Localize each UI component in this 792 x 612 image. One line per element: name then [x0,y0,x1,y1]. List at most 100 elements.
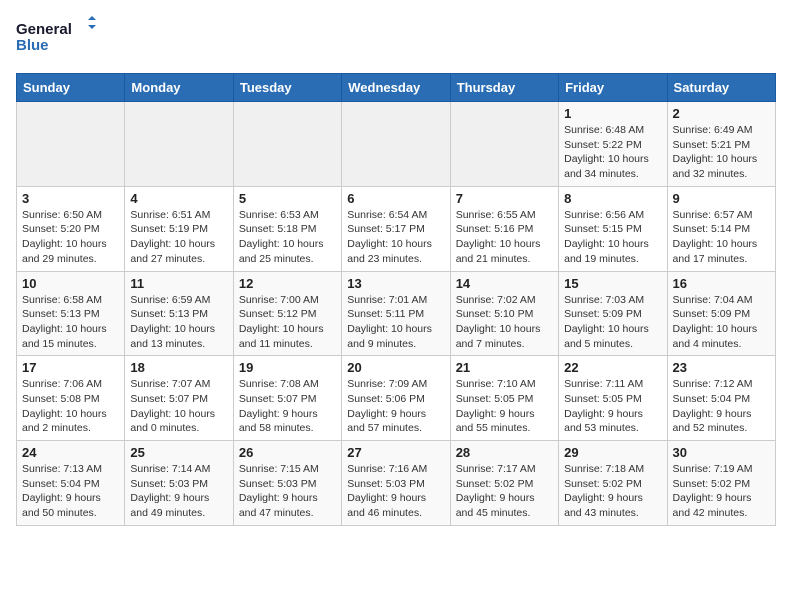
calendar-cell: 19Sunrise: 7:08 AM Sunset: 5:07 PM Dayli… [233,356,341,441]
day-number: 25 [130,445,227,460]
calendar-cell: 24 Sunrise: 7:13 AM Sunset: 5:04 PM Dayli… [17,441,125,526]
day-info: Sunrise: 7:17 AM Sunset: 5:02 PM Dayligh… [456,462,553,521]
calendar-cell [17,102,125,187]
calendar-cell: 25 Sunrise: 7:14 AM Sunset: 5:03 PM Dayli… [125,441,233,526]
day-info: Sunrise: 6:49 AM Sunset: 5:21 PM Dayligh… [673,123,770,182]
day-number: 20 [347,360,444,375]
day-info: Sunrise: 7:15 AM Sunset: 5:03 PM Dayligh… [239,462,336,521]
weekday-header-tuesday: Tuesday [233,74,341,102]
calendar-cell: 21 Sunrise: 7:10 AM Sunset: 5:05 PM Dayli… [450,356,558,441]
day-number: 7 [456,191,553,206]
day-info: Sunrise: 6:55 AM Sunset: 5:16 PM Dayligh… [456,208,553,267]
calendar-cell: 28 Sunrise: 7:17 AM Sunset: 5:02 PM Dayli… [450,441,558,526]
logo: General Blue [16,16,96,61]
day-info: Sunrise: 7:03 AM Sunset: 5:09 PM Dayligh… [564,293,661,352]
weekday-header-thursday: Thursday [450,74,558,102]
calendar-cell [233,102,341,187]
day-info: Sunrise: 7:00 AM Sunset: 5:12 PM Dayligh… [239,293,336,352]
day-number: 26 [239,445,336,460]
day-number: 24 [22,445,119,460]
day-number: 8 [564,191,661,206]
calendar-cell: 13 Sunrise: 7:01 AM Sunset: 5:11 PM Dayli… [342,271,450,356]
day-info: Sunrise: 6:51 AM Sunset: 5:19 PM Dayligh… [130,208,227,267]
day-number: 22 [564,360,661,375]
day-info: Sunrise: 6:50 AM Sunset: 5:20 PM Dayligh… [22,208,119,267]
day-info: Sunrise: 7:12 AM Sunset: 5:04 PM Dayligh… [673,377,770,436]
day-number: 5 [239,191,336,206]
day-number: 23 [673,360,770,375]
day-number: 19 [239,360,336,375]
weekday-header-row: SundayMondayTuesdayWednesdayThursdayFrid… [17,74,776,102]
day-number: 30 [673,445,770,460]
calendar-cell: 2 Sunrise: 6:49 AM Sunset: 5:21 PM Daylig… [667,102,775,187]
day-number: 11 [130,276,227,291]
day-number: 9 [673,191,770,206]
calendar-cell: 6 Sunrise: 6:54 AM Sunset: 5:17 PM Daylig… [342,186,450,271]
calendar-cell: 26 Sunrise: 7:15 AM Sunset: 5:03 PM Dayli… [233,441,341,526]
calendar-cell: 23 Sunrise: 7:12 AM Sunset: 5:04 PM Dayli… [667,356,775,441]
calendar-cell: 15 Sunrise: 7:03 AM Sunset: 5:09 PM Dayli… [559,271,667,356]
day-number: 6 [347,191,444,206]
day-info: Sunrise: 7:02 AM Sunset: 5:10 PM Dayligh… [456,293,553,352]
calendar-cell [342,102,450,187]
calendar-cell: 11Sunrise: 6:59 AM Sunset: 5:13 PM Dayli… [125,271,233,356]
day-info: Sunrise: 7:06 AM Sunset: 5:08 PM Dayligh… [22,377,119,436]
day-info: Sunrise: 7:14 AM Sunset: 5:03 PM Dayligh… [130,462,227,521]
weekday-header-monday: Monday [125,74,233,102]
calendar-cell: 3 Sunrise: 6:50 AM Sunset: 5:20 PM Daylig… [17,186,125,271]
day-info: Sunrise: 6:57 AM Sunset: 5:14 PM Dayligh… [673,208,770,267]
day-info: Sunrise: 7:09 AM Sunset: 5:06 PM Dayligh… [347,377,444,436]
calendar-cell: 17 Sunrise: 7:06 AM Sunset: 5:08 PM Dayli… [17,356,125,441]
day-number: 2 [673,106,770,121]
day-number: 15 [564,276,661,291]
calendar-cell: 10 Sunrise: 6:58 AM Sunset: 5:13 PM Dayli… [17,271,125,356]
calendar-cell: 16 Sunrise: 7:04 AM Sunset: 5:09 PM Dayli… [667,271,775,356]
day-number: 13 [347,276,444,291]
day-number: 17 [22,360,119,375]
calendar-cell: 4Sunrise: 6:51 AM Sunset: 5:19 PM Daylig… [125,186,233,271]
day-number: 21 [456,360,553,375]
day-number: 3 [22,191,119,206]
day-number: 16 [673,276,770,291]
day-number: 27 [347,445,444,460]
calendar-week-3: 10 Sunrise: 6:58 AM Sunset: 5:13 PM Dayli… [17,271,776,356]
calendar-cell: 12 Sunrise: 7:00 AM Sunset: 5:12 PM Dayli… [233,271,341,356]
calendar-week-5: 24 Sunrise: 7:13 AM Sunset: 5:04 PM Dayli… [17,441,776,526]
calendar-cell: 30Sunrise: 7:19 AM Sunset: 5:02 PM Dayli… [667,441,775,526]
calendar-cell: 18 Sunrise: 7:07 AM Sunset: 5:07 PM Dayli… [125,356,233,441]
calendar-week-4: 17 Sunrise: 7:06 AM Sunset: 5:08 PM Dayli… [17,356,776,441]
day-info: Sunrise: 7:10 AM Sunset: 5:05 PM Dayligh… [456,377,553,436]
day-info: Sunrise: 7:18 AM Sunset: 5:02 PM Dayligh… [564,462,661,521]
page-header: General Blue [16,16,776,61]
weekday-header-saturday: Saturday [667,74,775,102]
calendar-cell: 22Sunrise: 7:11 AM Sunset: 5:05 PM Dayli… [559,356,667,441]
day-number: 18 [130,360,227,375]
day-info: Sunrise: 7:07 AM Sunset: 5:07 PM Dayligh… [130,377,227,436]
calendar-cell: 1Sunrise: 6:48 AM Sunset: 5:22 PM Daylig… [559,102,667,187]
day-info: Sunrise: 6:58 AM Sunset: 5:13 PM Dayligh… [22,293,119,352]
day-number: 12 [239,276,336,291]
calendar-cell: 5Sunrise: 6:53 AM Sunset: 5:18 PM Daylig… [233,186,341,271]
calendar-cell: 20 Sunrise: 7:09 AM Sunset: 5:06 PM Dayli… [342,356,450,441]
day-number: 10 [22,276,119,291]
svg-text:Blue: Blue [16,37,49,54]
day-info: Sunrise: 7:01 AM Sunset: 5:11 PM Dayligh… [347,293,444,352]
day-number: 28 [456,445,553,460]
day-number: 29 [564,445,661,460]
day-info: Sunrise: 6:54 AM Sunset: 5:17 PM Dayligh… [347,208,444,267]
weekday-header-wednesday: Wednesday [342,74,450,102]
weekday-header-friday: Friday [559,74,667,102]
calendar-cell: 29 Sunrise: 7:18 AM Sunset: 5:02 PM Dayli… [559,441,667,526]
day-info: Sunrise: 7:13 AM Sunset: 5:04 PM Dayligh… [22,462,119,521]
calendar-cell [125,102,233,187]
logo-svg: General Blue [16,16,96,61]
day-info: Sunrise: 7:04 AM Sunset: 5:09 PM Dayligh… [673,293,770,352]
day-info: Sunrise: 7:16 AM Sunset: 5:03 PM Dayligh… [347,462,444,521]
weekday-header-sunday: Sunday [17,74,125,102]
calendar-week-1: 1Sunrise: 6:48 AM Sunset: 5:22 PM Daylig… [17,102,776,187]
calendar-table: SundayMondayTuesdayWednesdayThursdayFrid… [16,73,776,526]
day-info: Sunrise: 6:48 AM Sunset: 5:22 PM Dayligh… [564,123,661,182]
day-number: 14 [456,276,553,291]
svg-text:General: General [16,21,72,38]
calendar-cell: 14 Sunrise: 7:02 AM Sunset: 5:10 PM Dayli… [450,271,558,356]
